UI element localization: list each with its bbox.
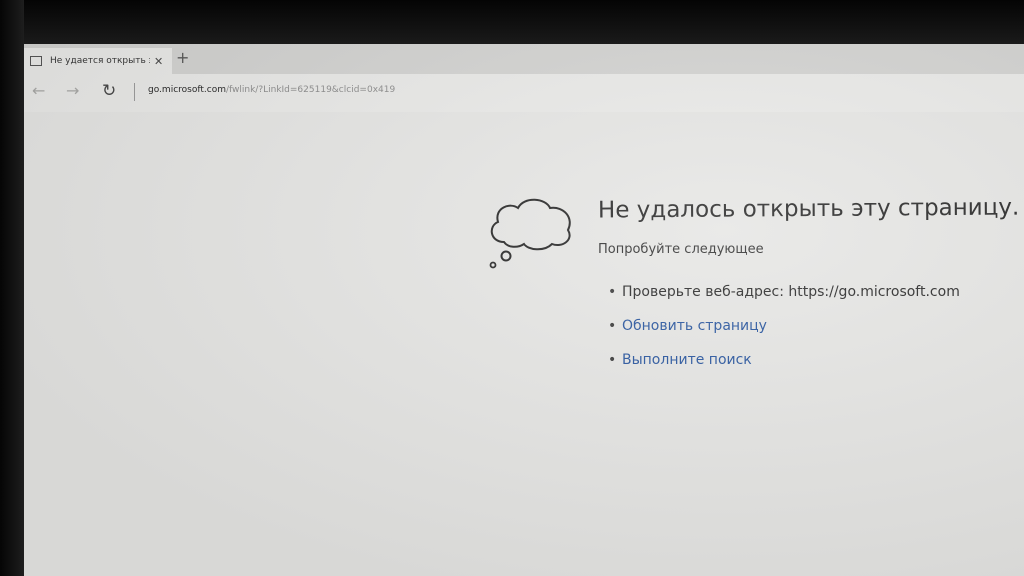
address-host: go.microsoft.com xyxy=(148,85,226,95)
address-path: /fwlink/?LinkId=625119&clcid=0x419 xyxy=(225,85,396,95)
monitor-bezel-top xyxy=(0,0,1024,44)
page-icon xyxy=(30,56,42,66)
search-link[interactable]: Выполните поиск xyxy=(608,352,960,386)
navigation-bar: ← → ↻ go.microsoft.com/fwlink/?LinkId=62… xyxy=(24,74,1024,112)
suggestions-label: Попробуйте следующее xyxy=(598,242,764,257)
page-title: Не удалось открыть эту страницу. xyxy=(597,194,1020,224)
refresh-icon[interactable]: ↻ xyxy=(102,83,116,100)
browser-tab[interactable]: Не удается открыть эту ✕ xyxy=(24,48,172,74)
suggestions-list: Проверьте веб-адрес: https://go.microsof… xyxy=(608,284,960,386)
arrow-right-icon[interactable]: → xyxy=(66,83,79,99)
tab-title: Не удается открыть эту xyxy=(50,56,150,66)
tab-strip: Не удается открыть эту ✕ + xyxy=(24,44,1024,74)
arrow-left-icon[interactable]: ← xyxy=(32,83,45,99)
error-page: Не удалось открыть эту страницу. Попробу… xyxy=(24,112,1024,576)
browser-window: Не удается открыть эту ✕ + ← → ↻ go.micr… xyxy=(24,44,1024,576)
address-bar[interactable]: go.microsoft.com/fwlink/?LinkId=625119&c… xyxy=(148,85,395,95)
address-separator xyxy=(134,83,135,101)
thought-cloud-icon xyxy=(489,198,571,269)
close-icon[interactable]: ✕ xyxy=(154,56,163,67)
list-item-check-address: Проверьте веб-адрес: https://go.microsof… xyxy=(608,284,960,318)
new-tab-button[interactable]: + xyxy=(176,50,189,66)
refresh-page-link[interactable]: Обновить страницу xyxy=(608,318,960,352)
monitor-bezel-left xyxy=(0,0,24,576)
